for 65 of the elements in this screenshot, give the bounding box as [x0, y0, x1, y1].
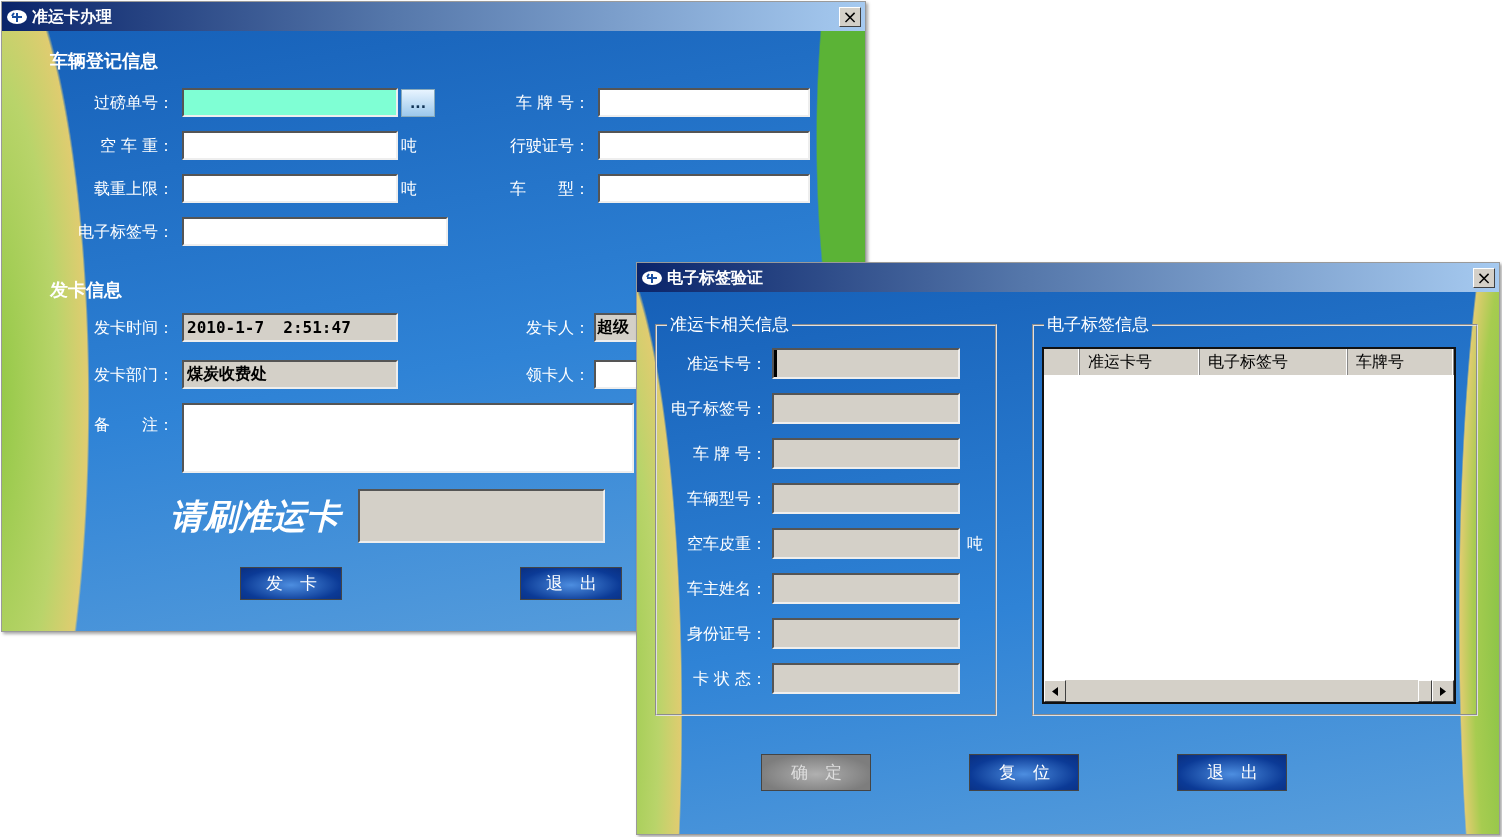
group-heading: 电子标签信息 — [1046, 316, 1150, 333]
field-label: 空 车 重： — [98, 134, 175, 157]
window-title: 准运卡办理 — [32, 5, 112, 28]
dialog-button[interactable]: 发 卡 — [240, 567, 342, 600]
text-field[interactable] — [598, 174, 810, 203]
text-field[interactable] — [772, 483, 960, 514]
text-field[interactable] — [182, 174, 398, 203]
text-field[interactable] — [598, 88, 810, 117]
field-label: 发卡人： — [525, 316, 591, 339]
close-button[interactable]: × — [839, 6, 861, 27]
logo-icon — [6, 8, 28, 25]
text-field[interactable] — [182, 88, 398, 117]
field-label: 载重上限： — [93, 177, 175, 200]
text-field[interactable] — [772, 528, 960, 559]
field-label: 车 牌 号： — [514, 91, 591, 114]
field-label: 备 注： — [93, 414, 175, 436]
text-field[interactable] — [772, 438, 960, 469]
unit-label: 吨 — [400, 177, 418, 200]
field-label: 车 牌 号： — [691, 442, 767, 465]
dialog-button[interactable]: 复 位 — [969, 754, 1079, 791]
field-label: 行驶证号： — [509, 134, 591, 157]
field-label: 车主姓名： — [686, 577, 767, 600]
field-label: 电子标签号： — [670, 397, 767, 420]
close-button[interactable]: × — [1473, 267, 1495, 288]
text-field[interactable] — [772, 348, 960, 379]
field-label: 发卡部门： — [93, 363, 175, 386]
group-heading: 准运卡相关信息 — [669, 316, 790, 333]
text-field[interactable] — [772, 393, 960, 424]
field-label: 发卡时间： — [93, 316, 175, 339]
unit-label: 吨 — [400, 134, 418, 157]
column-header[interactable]: 车牌号 — [1348, 349, 1454, 375]
scroll-right-button[interactable] — [1432, 680, 1454, 702]
browse-button[interactable]: ... — [401, 88, 435, 117]
text-field[interactable] — [772, 573, 960, 604]
logo-icon — [641, 269, 663, 286]
field-label: 空车皮重： — [686, 532, 767, 555]
right-arrow-icon — [1440, 686, 1446, 696]
field-label: 准运卡号： — [686, 352, 767, 375]
field-label: 领卡人： — [525, 363, 591, 386]
window-title: 电子标签验证 — [667, 266, 763, 289]
field-label: 过磅单号： — [93, 91, 175, 114]
field-label: 车 型： — [509, 177, 591, 200]
column-header[interactable]: 准运卡号 — [1079, 349, 1200, 375]
horizontal-scrollbar[interactable] — [1044, 680, 1454, 702]
unit-label: 吨 — [966, 532, 983, 555]
text-field[interactable]: 2010-1-7 2:51:47 — [182, 313, 398, 342]
text-field[interactable]: 煤炭收费处 — [182, 360, 398, 389]
scroll-thumb[interactable] — [1418, 680, 1432, 702]
field-label: 车辆型号： — [686, 487, 767, 510]
field-label: 卡 状 态： — [691, 667, 767, 690]
dialog-button[interactable]: 退 出 — [520, 567, 622, 600]
column-header[interactable]: 电子标签号 — [1199, 349, 1349, 375]
text-field[interactable] — [772, 618, 960, 649]
text-field[interactable] — [594, 360, 638, 389]
text-field[interactable] — [598, 131, 810, 160]
section-heading: 发卡信息 — [50, 278, 122, 302]
text-field[interactable]: 超级 — [594, 313, 638, 342]
remark-field[interactable] — [182, 403, 634, 473]
field-label: 身份证号： — [686, 622, 767, 645]
text-field[interactable] — [182, 131, 398, 160]
text-field[interactable] — [772, 663, 960, 694]
text-field[interactable] — [182, 217, 448, 246]
scroll-left-button[interactable] — [1044, 680, 1066, 702]
left-arrow-icon — [1052, 686, 1058, 696]
dialog-button[interactable]: 退 出 — [1177, 754, 1287, 791]
